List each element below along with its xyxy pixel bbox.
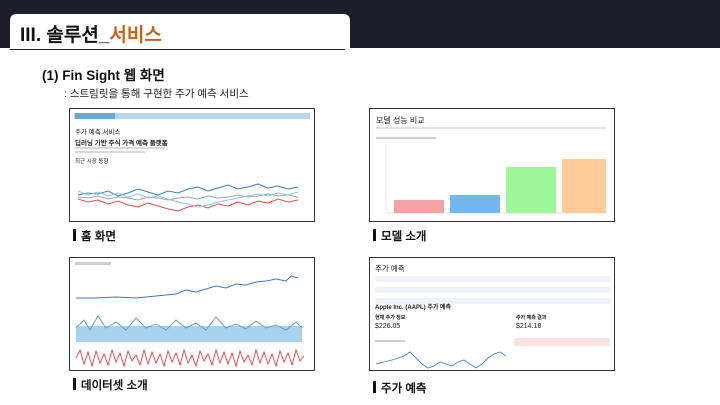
- dataset-price-chart: [76, 275, 299, 299]
- home-caption: 홈 화면: [73, 228, 116, 244]
- predict-page-title: 주가 예측: [375, 264, 405, 273]
- models-caption: 모델 소개: [373, 228, 427, 244]
- predict-chart-title-line: [375, 340, 405, 342]
- home-headline: 딥러닝 기반 주식 가격 예측 플랫폼: [75, 140, 168, 147]
- predict-caption: 주가 예측: [373, 380, 427, 396]
- home-screenshot: 주가 예측 서비스 딥러닝 기반 주식 가격 예측 플랫폼 최근 시장 동향: [69, 108, 315, 222]
- dataset-returns-chart: [76, 348, 305, 368]
- models-text-line: [376, 127, 606, 129]
- dataset-title-line: [75, 262, 111, 265]
- slide-title: III. 솔루션_서비스: [20, 20, 162, 47]
- returns-line: [76, 348, 305, 368]
- home-nav-active-tab: [75, 113, 115, 119]
- predicted-price-label: 주가 예측 결과: [516, 315, 547, 321]
- predict-price-chart: [376, 351, 507, 369]
- home-page-title: 주가 예측 서비스: [75, 129, 121, 136]
- caption-marker: [373, 381, 376, 393]
- model-bar-1: [394, 200, 444, 213]
- period-select[interactable]: [375, 287, 611, 293]
- dataset-price-line: [76, 275, 299, 299]
- slide-subtitle: (1) Fin Sight 웹 화면: [42, 68, 165, 83]
- prediction-alert: [514, 338, 610, 346]
- home-trend-chart: [78, 183, 299, 212]
- home-text-line: [75, 151, 145, 153]
- home-text-line: [75, 147, 165, 149]
- models-screenshot: 모델 성능 비교: [369, 108, 615, 222]
- model-bar-3: [506, 167, 556, 213]
- slide-description: : 스트림릿을 통해 구현한 주가 예측 서비스: [64, 88, 249, 100]
- current-price-label: 현재 주가 정보: [375, 315, 406, 321]
- slide: III. 솔루션_서비스 (1) Fin Sight 웹 화면 : 스트림릿을 …: [0, 0, 720, 405]
- dataset-caption-text: 데이터셋 소개: [81, 380, 148, 392]
- caption-marker: [373, 229, 376, 241]
- dataset-caption: 데이터셋 소개: [73, 377, 148, 393]
- stock-select[interactable]: [375, 276, 611, 282]
- model-bar-2: [450, 195, 500, 213]
- predict-caption-text: 주가 예측: [381, 383, 427, 395]
- caption-marker: [73, 378, 76, 390]
- trend-line-red: [78, 198, 299, 212]
- volume-area: [76, 326, 302, 342]
- models-page-title: 모델 성능 비교: [376, 116, 425, 125]
- models-chart-title-line: [376, 137, 436, 139]
- model-bar-4: [562, 159, 606, 213]
- models-caption-text: 모델 소개: [381, 231, 427, 243]
- models-bar-chart: [385, 145, 606, 214]
- predict-price-line: [376, 351, 507, 369]
- title-underline: [10, 49, 345, 50]
- predict-screenshot: 주가 예측 Apple Inc. (AAPL) 주가 예측 현재 주가 정보 $…: [369, 257, 615, 371]
- current-price-value: $226.05: [375, 323, 401, 330]
- home-section-title: 최근 시장 동향: [75, 159, 109, 165]
- home-caption-text: 홈 화면: [81, 231, 116, 243]
- dataset-screenshot: [69, 257, 315, 371]
- caption-marker: [73, 229, 76, 241]
- predicted-price-value: $214.18: [516, 323, 542, 330]
- dataset-volume-chart: [76, 315, 303, 342]
- title-accent: 서비스: [109, 25, 162, 46]
- company-heading: Apple Inc. (AAPL) 주가 예측: [375, 305, 452, 311]
- trend-line-lightblue: [78, 190, 299, 208]
- title-prefix: III. 솔루션_: [20, 25, 110, 46]
